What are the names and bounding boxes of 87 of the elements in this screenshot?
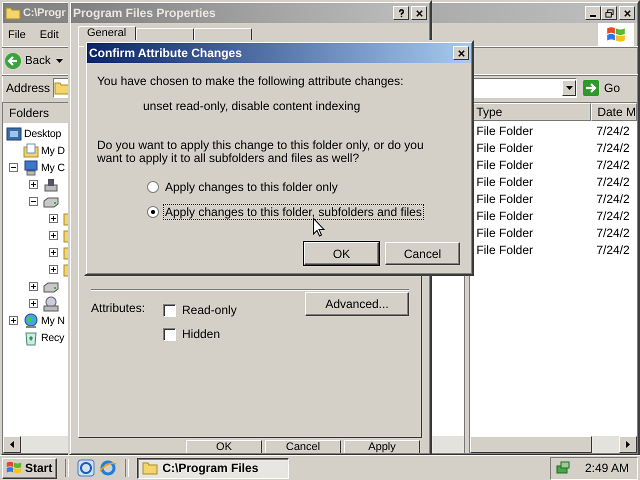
computer-icon — [23, 160, 39, 176]
folder-icon — [142, 460, 158, 476]
dialog-button[interactable]: Cancel — [265, 440, 341, 453]
radio-button[interactable] — [147, 181, 159, 193]
table-cell-text: File Folder — [475, 174, 534, 188]
help-icon — [396, 8, 406, 18]
table-cell-text: 7/24/2 — [595, 174, 630, 188]
expand-icon[interactable] — [28, 282, 38, 291]
minimize-icon — [590, 14, 596, 16]
checkbox-label: Read-only — [182, 303, 237, 317]
expand-icon[interactable] — [28, 180, 38, 189]
address-label: Address — [6, 81, 50, 95]
collapse-icon[interactable] — [28, 197, 38, 206]
browser-icon[interactable] — [77, 459, 96, 477]
start-button[interactable]: Start — [2, 458, 58, 478]
expand-icon[interactable] — [48, 214, 58, 223]
table-cell-text: 7/24/2 — [595, 226, 630, 240]
go-button[interactable]: Go — [580, 77, 624, 99]
table-cell-text: File Folder — [475, 140, 534, 154]
table-cell-text: File Folder — [475, 226, 534, 240]
network-icon[interactable] — [554, 460, 571, 476]
table-cell-text: File Folder — [475, 124, 534, 138]
table-cell-text: 7/24/2 — [595, 208, 630, 222]
attributes-label: Attributes: — [91, 301, 146, 315]
globe-icon — [23, 312, 39, 328]
checkbox[interactable] — [163, 328, 176, 340]
window-title: C:\Progr — [23, 7, 66, 19]
document-folder-icon — [23, 142, 39, 158]
dialog-button[interactable]: Apply — [344, 440, 420, 453]
table-cell-text: 7/24/2 — [595, 158, 630, 172]
caret-icon — [56, 59, 63, 63]
tree-item[interactable]: Desktop — [24, 128, 62, 140]
window-title: Program Files Properties — [73, 6, 216, 20]
close-button[interactable] — [453, 46, 469, 60]
caret-icon — [566, 86, 573, 90]
tree-item[interactable]: My D — [41, 144, 65, 156]
tree-item[interactable]: Recy — [41, 332, 64, 344]
dropdown-button[interactable] — [562, 80, 576, 96]
checkbox-label: Hidden — [182, 327, 220, 341]
expand-icon[interactable] — [48, 265, 58, 274]
table-cell-text: File Folder — [475, 158, 534, 172]
advanced-button[interactable]: Advanced... — [305, 292, 409, 316]
radio-label: Apply changes to this folder only — [164, 179, 339, 195]
tree-item[interactable]: My C — [41, 162, 65, 174]
dialog-title: Confirm Attribute Changes — [89, 46, 242, 60]
table-cell-text: 7/24/2 — [595, 124, 630, 138]
table-cell-text: File Folder — [475, 208, 534, 222]
close-icon — [414, 8, 424, 18]
checkbox[interactable] — [163, 304, 176, 316]
left-arrow-icon — [10, 441, 14, 448]
browser-icon[interactable] — [99, 459, 118, 477]
dialog-button[interactable]: Cancel — [385, 242, 460, 265]
expand-icon[interactable] — [48, 231, 58, 240]
tree-item[interactable]: My N — [41, 314, 65, 326]
back-button[interactable]: Back — [3, 51, 64, 71]
restore-icon — [604, 8, 614, 18]
question-text: Do you want to apply this change to this folder only, or do you want to apply it to all subfolders and files as well? — [97, 139, 425, 165]
folder-icon — [5, 5, 21, 21]
folder-icon — [54, 80, 70, 96]
close-icon — [622, 8, 632, 18]
taskbar-button[interactable]: C:\Program Files — [137, 458, 290, 478]
clock: 2:49 AM — [584, 461, 629, 475]
dialog-button[interactable]: OK — [304, 242, 379, 265]
table-cell-text: 7/24/2 — [595, 192, 630, 206]
recycle-bin-icon — [23, 330, 39, 346]
expand-icon[interactable] — [8, 316, 18, 325]
scroll-bar[interactable] — [470, 436, 637, 453]
expand-icon[interactable] — [48, 248, 58, 257]
desktop-icon — [6, 126, 22, 142]
menu-item[interactable]: File — [8, 29, 26, 41]
column-header[interactable]: Date M — [591, 103, 637, 121]
mouse-cursor-icon — [313, 218, 325, 237]
dialog-button[interactable]: OK — [186, 440, 262, 453]
floppy-drive-icon — [43, 176, 59, 192]
close-icon — [456, 48, 466, 58]
table-cell-text: File Folder — [475, 242, 534, 256]
table-cell-text: File Folder — [475, 192, 534, 206]
table-cell-text: 7/24/2 — [595, 140, 630, 154]
collapse-icon[interactable] — [8, 163, 18, 172]
table-cell-text: 7/24/2 — [595, 242, 630, 256]
radio-label: Apply changes to this folder, subfolders and files — [163, 204, 424, 220]
menu-item[interactable]: Edit — [40, 29, 59, 41]
message-text: You have chosen to make the following attribute changes: — [97, 74, 404, 88]
radio-button[interactable] — [147, 206, 159, 218]
right-arrow-icon — [626, 441, 630, 448]
cd-drive-icon — [43, 296, 59, 312]
expand-icon[interactable] — [28, 299, 38, 308]
